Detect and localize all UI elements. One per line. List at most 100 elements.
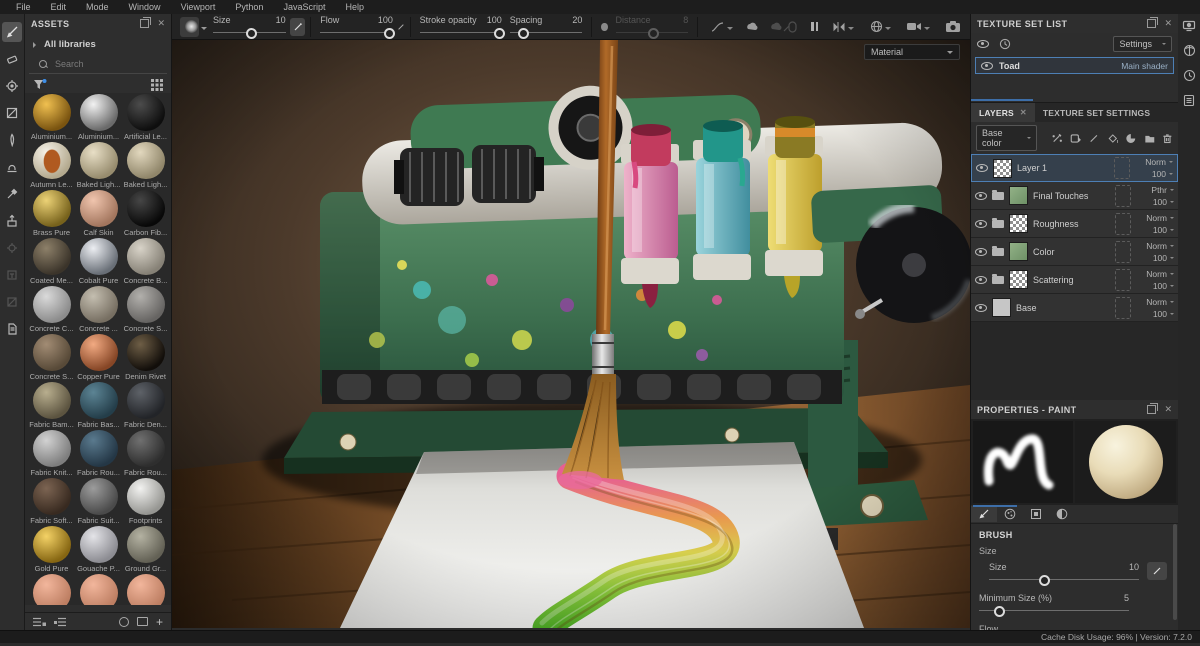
tab-brush-properties[interactable] — [971, 506, 997, 522]
asset-search-input[interactable] — [53, 58, 157, 70]
opacity-dropdown[interactable]: 100 — [1152, 169, 1173, 179]
channel-dropdown[interactable]: Base color — [976, 125, 1037, 151]
tab-texture-set-settings[interactable]: TEXTURE SET SETTINGS — [1035, 103, 1158, 122]
opacity-dropdown[interactable]: 100 — [1153, 225, 1174, 235]
visibility-icon[interactable] — [976, 164, 988, 172]
list-view-icon[interactable] — [33, 617, 46, 627]
layer-thumbnail[interactable] — [992, 298, 1011, 317]
menu-item-javascript[interactable]: JavaScript — [273, 2, 335, 12]
tab-material-properties[interactable] — [1049, 506, 1075, 522]
close-panel-icon[interactable]: ✕ — [1164, 405, 1172, 414]
log-icon[interactable] — [1183, 94, 1195, 107]
display-settings-icon[interactable] — [1182, 20, 1196, 32]
menu-item-window[interactable]: Window — [119, 2, 171, 12]
viewport-3d[interactable]: Material — [172, 40, 970, 628]
layer-row-scattering[interactable]: ScatteringNorm100 — [971, 266, 1178, 294]
asset-item[interactable]: Cobalt Pure — [75, 237, 122, 285]
asset-item[interactable]: Aluminium... — [75, 93, 122, 141]
filter-icon[interactable] — [33, 79, 47, 91]
symmetry-icon[interactable] — [832, 21, 856, 33]
asset-item[interactable]: Fabric Suit... — [75, 477, 122, 525]
asset-item[interactable]: Footprints — [122, 477, 169, 525]
menu-item-python[interactable]: Python — [225, 2, 273, 12]
lazy-mouse-icon[interactable] — [783, 21, 797, 33]
blend-mode-dropdown[interactable]: Norm — [1146, 241, 1174, 251]
clone-tool[interactable] — [2, 157, 22, 177]
size-pressure-toggle[interactable] — [290, 18, 306, 36]
stroke-preview[interactable] — [973, 421, 1073, 503]
asset-item[interactable]: Denim Rivet — [122, 333, 169, 381]
layer-row-final-touches[interactable]: Final TouchesPthr100 — [971, 182, 1178, 210]
asset-item[interactable]: Concrete ... — [75, 285, 122, 333]
asset-item[interactable]: Gold Pure — [28, 525, 75, 573]
video-camera-icon[interactable] — [907, 21, 932, 33]
menu-item-file[interactable]: File — [6, 2, 41, 12]
asset-item[interactable]: Concrete B... — [122, 237, 169, 285]
add-asset-button[interactable]: + — [156, 616, 163, 628]
asset-item[interactable]: Fabric Soft... — [28, 477, 75, 525]
visibility-icon[interactable] — [975, 304, 987, 312]
opacity-dropdown[interactable]: 100 — [1153, 309, 1174, 319]
texture-set-row-toad[interactable]: Toad Main shader — [975, 57, 1174, 74]
folder-icon[interactable] — [992, 192, 1004, 200]
blend-mode-dropdown[interactable]: Norm — [1146, 297, 1174, 307]
layer-row-color[interactable]: ColorNorm100 — [971, 238, 1178, 266]
projection-tool[interactable] — [2, 76, 22, 96]
opacity-dropdown[interactable]: 100 — [1153, 197, 1174, 207]
add-folder-icon[interactable] — [1144, 132, 1156, 145]
visibility-icon[interactable] — [975, 276, 987, 284]
smudge-tool[interactable] — [2, 130, 22, 150]
menu-item-viewport[interactable]: Viewport — [171, 2, 226, 12]
horizontal-scrollbar[interactable] — [971, 98, 1178, 102]
settings-tool[interactable] — [2, 238, 22, 258]
eraser-tool[interactable] — [2, 49, 22, 69]
brush-size-slider[interactable] — [989, 575, 1139, 585]
texture-set-settings-dropdown[interactable]: Settings — [1113, 36, 1172, 52]
blend-mode-dropdown[interactable]: Pthr — [1151, 185, 1174, 195]
all-libraries-row[interactable]: All libraries — [25, 33, 171, 54]
tab-stencil-properties[interactable] — [1023, 506, 1049, 522]
asset-item[interactable]: Concrete S... — [28, 333, 75, 381]
asset-item[interactable]: Copper Pure — [75, 333, 122, 381]
undock-panel-icon[interactable] — [1147, 405, 1156, 414]
flow-slider[interactable] — [320, 28, 393, 38]
folder-icon[interactable] — [992, 276, 1004, 284]
spacing-slider[interactable] — [510, 28, 583, 38]
visibility-icon[interactable] — [975, 220, 987, 228]
asset-item[interactable]: Artificial Le... — [122, 93, 169, 141]
layer-thumbnail[interactable] — [1009, 242, 1028, 261]
asset-item[interactable]: Fabric Bas... — [75, 381, 122, 429]
history-icon[interactable] — [999, 38, 1011, 50]
opacity-dropdown[interactable]: 100 — [1153, 281, 1174, 291]
asset-item[interactable]: Aluminium... — [28, 93, 75, 141]
add-effect-icon[interactable] — [1051, 132, 1063, 145]
asset-item[interactable]: Calf Skin — [75, 189, 122, 237]
menu-item-mode[interactable]: Mode — [76, 2, 119, 12]
tab-layers[interactable]: LAYERS ✕ — [971, 103, 1035, 122]
asset-item[interactable] — [28, 573, 75, 605]
size-slider[interactable] — [213, 28, 286, 38]
camera-icon[interactable] — [946, 21, 960, 32]
add-fill-layer-icon[interactable] — [1107, 132, 1119, 145]
paint-brush-tool[interactable] — [2, 22, 22, 42]
layer-thumbnail[interactable] — [1009, 186, 1028, 205]
shader-settings-icon[interactable] — [1183, 44, 1196, 57]
asset-item[interactable]: Gouache P... — [75, 525, 122, 573]
stroke-opacity-slider[interactable] — [420, 28, 502, 38]
add-smart-material-icon[interactable] — [1069, 132, 1081, 145]
grid-view-icon[interactable] — [151, 79, 163, 91]
delete-layer-icon[interactable] — [1162, 132, 1173, 145]
distance-slider[interactable] — [616, 28, 689, 38]
close-tab-icon[interactable]: ✕ — [1020, 108, 1027, 117]
add-mask-icon[interactable] — [1125, 132, 1137, 145]
folder-icon[interactable] — [992, 248, 1004, 256]
folder-icon[interactable] — [992, 220, 1004, 228]
asset-item[interactable]: Coated Me... — [28, 237, 75, 285]
history-icon[interactable] — [1183, 69, 1196, 82]
blend-mode-dropdown[interactable]: Norm — [1146, 213, 1174, 223]
opacity-dropdown[interactable]: 100 — [1153, 253, 1174, 263]
asset-item[interactable]: Concrete S... — [122, 285, 169, 333]
asset-item[interactable]: Fabric Bam... — [28, 381, 75, 429]
undock-panel-icon[interactable] — [140, 19, 149, 28]
asset-item[interactable]: Baked Ligh... — [122, 141, 169, 189]
